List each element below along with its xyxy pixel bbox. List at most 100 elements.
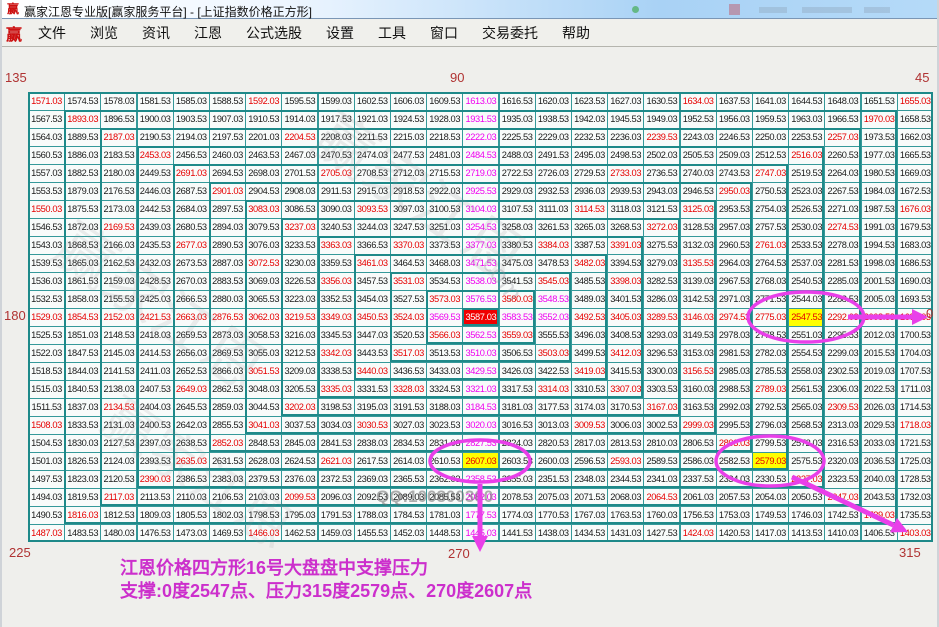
grid-cell[interactable]: 1956.03: [716, 111, 752, 128]
grid-cell[interactable]: 2211.53: [354, 129, 390, 146]
grid-cell[interactable]: 3429.53: [463, 363, 499, 380]
grid-cell[interactable]: 3121.53: [644, 201, 680, 218]
grid-cell[interactable]: 2999.03: [680, 417, 716, 434]
grid-cell[interactable]: 2225.53: [499, 129, 535, 146]
grid-cell[interactable]: 2880.03: [210, 291, 245, 308]
grid-cell[interactable]: 2043.53: [861, 489, 897, 506]
grid-cell[interactable]: 1942.03: [572, 111, 607, 128]
grid-cell[interactable]: 1770.53: [535, 507, 571, 524]
grid-cell[interactable]: 2393.53: [137, 453, 173, 470]
grid-cell[interactable]: 3433.03: [427, 363, 463, 380]
menu-item-10[interactable]: 帮助: [550, 20, 602, 47]
grid-cell[interactable]: 3104.03: [463, 201, 499, 218]
grid-cell[interactable]: 1812.53: [101, 507, 137, 524]
grid-cell[interactable]: 3447.03: [354, 327, 390, 344]
grid-cell[interactable]: 2768.03: [753, 273, 788, 290]
grid-cell[interactable]: 2222.03: [463, 129, 499, 146]
grid-cell[interactable]: 2971.03: [716, 291, 752, 308]
grid-cell[interactable]: 3422.53: [535, 363, 571, 380]
grid-cell[interactable]: 2617.53: [354, 453, 390, 470]
grid-cell[interactable]: 1865.03: [65, 255, 101, 272]
grid-cell[interactable]: 2652.53: [173, 363, 209, 380]
grid-cell[interactable]: 2068.03: [608, 489, 644, 506]
grid-cell[interactable]: 3506.53: [499, 345, 535, 362]
grid-cell[interactable]: 2463.53: [246, 147, 282, 164]
grid-cell[interactable]: 1763.53: [608, 507, 644, 524]
grid-cell[interactable]: 1581.53: [137, 93, 173, 110]
grid-cell[interactable]: 1844.03: [65, 363, 101, 380]
grid-cell[interactable]: 3230.03: [282, 255, 318, 272]
grid-cell[interactable]: 2215.03: [391, 129, 426, 146]
grid-cell[interactable]: 2355.03: [499, 471, 535, 488]
grid-cell[interactable]: 2288.53: [825, 291, 861, 308]
grid-cell[interactable]: 2159.03: [101, 273, 137, 290]
grid-cell[interactable]: 2484.53: [463, 147, 499, 164]
grid-cell[interactable]: 2981.53: [716, 345, 752, 362]
grid-cell[interactable]: 2551.03: [789, 327, 825, 344]
grid-cell[interactable]: 2894.03: [210, 219, 245, 236]
grid-cell[interactable]: 2792.53: [753, 399, 788, 416]
grid-cell[interactable]: 1518.53: [29, 363, 64, 380]
grid-cell[interactable]: 2120.53: [101, 471, 137, 488]
grid-cell[interactable]: 2953.53: [716, 201, 752, 218]
grid-cell[interactable]: 2148.53: [101, 327, 137, 344]
grid-cell[interactable]: 2964.03: [716, 255, 752, 272]
grid-cell[interactable]: 1543.03: [29, 237, 64, 254]
grid-cell[interactable]: 3013.03: [535, 417, 571, 434]
grid-cell[interactable]: 2932.53: [535, 183, 571, 200]
grid-cell[interactable]: 3419.03: [572, 363, 607, 380]
grid-cell[interactable]: 2467.03: [282, 147, 318, 164]
grid-cell[interactable]: 1819.53: [65, 489, 101, 506]
grid-cell[interactable]: 2446.03: [137, 183, 173, 200]
grid-cell[interactable]: 3538.03: [463, 273, 499, 290]
grid-cell[interactable]: 3034.03: [318, 417, 354, 434]
grid-cell[interactable]: 1963.03: [789, 111, 825, 128]
grid-cell[interactable]: 3149.53: [680, 327, 716, 344]
grid-cell[interactable]: 2005.03: [861, 291, 897, 308]
grid-cell[interactable]: 3041.03: [246, 417, 282, 434]
grid-cell[interactable]: 3303.53: [644, 381, 680, 398]
grid-cell[interactable]: 2575.53: [789, 453, 825, 470]
grid-cell[interactable]: 2190.53: [137, 129, 173, 146]
grid-cell[interactable]: 3412.03: [608, 345, 644, 362]
grid-cell[interactable]: 1966.53: [825, 111, 861, 128]
grid-cell[interactable]: 3513.53: [427, 345, 463, 362]
grid-cell[interactable]: 1784.53: [391, 507, 426, 524]
grid-cell[interactable]: 2239.53: [644, 129, 680, 146]
grid-cell[interactable]: 1858.03: [65, 291, 101, 308]
grid-cell[interactable]: 2649.03: [173, 381, 209, 398]
grid-cell[interactable]: 2362.03: [427, 471, 463, 488]
grid-cell[interactable]: 3181.03: [499, 399, 535, 416]
grid-cell[interactable]: 2642.03: [173, 417, 209, 434]
grid-cell[interactable]: 1602.53: [354, 93, 390, 110]
grid-cell[interactable]: 3286.03: [644, 291, 680, 308]
grid-cell[interactable]: 2785.53: [753, 363, 788, 380]
grid-cell[interactable]: 3587.03: [463, 309, 499, 326]
grid-cell[interactable]: 3184.53: [463, 399, 499, 416]
grid-cell[interactable]: 1959.53: [753, 111, 788, 128]
grid-cell[interactable]: 3020.03: [463, 417, 499, 434]
grid-cell[interactable]: 1935.03: [499, 111, 535, 128]
grid-cell[interactable]: 3289.53: [644, 309, 680, 326]
grid-cell[interactable]: 1984.03: [861, 183, 897, 200]
grid-cell[interactable]: 2281.53: [825, 255, 861, 272]
grid-cell[interactable]: 3006.03: [608, 417, 644, 434]
grid-cell[interactable]: 3363.03: [318, 237, 354, 254]
grid-cell[interactable]: 1455.53: [354, 525, 390, 542]
grid-cell[interactable]: 2747.03: [753, 165, 788, 182]
grid-cell[interactable]: 1480.03: [101, 525, 137, 542]
grid-cell[interactable]: 2876.53: [210, 309, 245, 326]
grid-cell[interactable]: 2988.53: [716, 381, 752, 398]
grid-cell[interactable]: 2061.03: [680, 489, 716, 506]
grid-cell[interactable]: 1536.03: [29, 273, 64, 290]
grid-cell[interactable]: 1700.53: [897, 327, 933, 344]
grid-cell[interactable]: 2873.03: [210, 327, 245, 344]
grid-cell[interactable]: 2985.03: [716, 363, 752, 380]
grid-cell[interactable]: 3125.03: [680, 201, 716, 218]
grid-cell[interactable]: 3191.53: [391, 399, 426, 416]
grid-cell[interactable]: 2547.53: [789, 309, 825, 326]
grid-cell[interactable]: 3111.03: [535, 201, 571, 218]
grid-cell[interactable]: 2411.03: [137, 363, 173, 380]
grid-cell[interactable]: 2911.53: [318, 183, 354, 200]
grid-cell[interactable]: 1893.03: [65, 111, 101, 128]
